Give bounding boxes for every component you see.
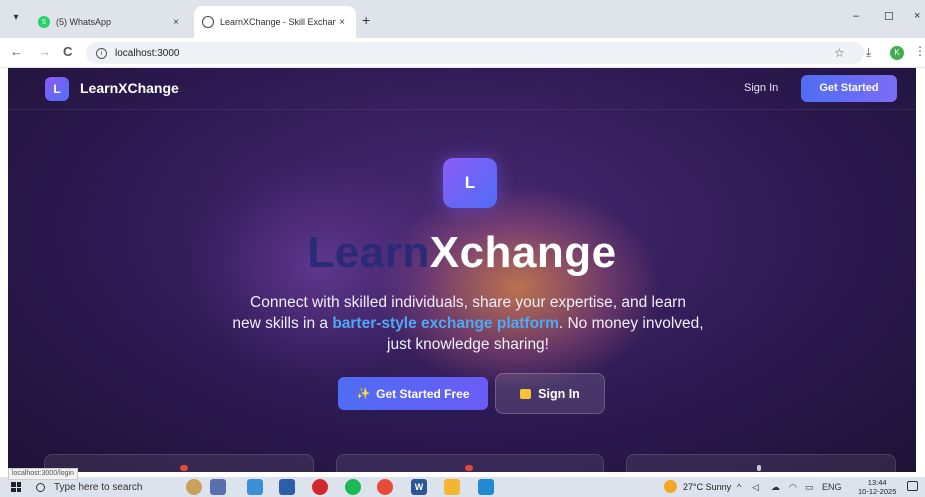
tab-learnxchange[interactable]: LearnXChange - Skill Exchange × <box>194 6 356 38</box>
bookmark-star-icon[interactable]: ☆ <box>834 46 845 60</box>
desc-pre: new skills in a <box>232 315 333 332</box>
word-icon[interactable]: W <box>411 479 427 495</box>
page-viewport: L LearnXChange Sign In Get Started L Lea… <box>8 68 916 472</box>
language-indicator[interactable]: ENG <box>822 482 842 492</box>
feature-card <box>44 454 314 472</box>
tab-search-chevron-icon[interactable]: ▾ <box>8 10 24 26</box>
status-link-preview: localhost:3000/login <box>8 468 78 480</box>
url-text: localhost:3000 <box>115 47 180 59</box>
wifi-icon[interactable]: ◠ <box>789 482 797 493</box>
clock-date: 10-12-2025 <box>858 487 897 496</box>
notification-icon[interactable] <box>907 481 918 491</box>
search-icon <box>36 482 45 492</box>
taskbar: Type here to search W 27°C Sunny ^ ◁ ☁ ◠… <box>0 477 925 497</box>
vscode-icon[interactable] <box>478 479 494 495</box>
card-icon <box>757 465 761 471</box>
task-view-icon[interactable] <box>210 479 226 495</box>
tab-whatsapp[interactable]: 5 (5) WhatsApp × <box>30 6 190 38</box>
get-started-free-label: Get Started Free <box>376 386 470 401</box>
hero-description: Connect with skilled individuals, share … <box>188 292 748 355</box>
hero-title: LearnXchange <box>8 228 916 278</box>
search-placeholder: Type here to search <box>54 481 143 493</box>
tab-title: LearnXChange - Skill Exchange <box>220 17 336 27</box>
maximize-button[interactable]: ☐ <box>884 10 894 23</box>
hero-title-part2: Xchange <box>429 228 617 277</box>
back-button[interactable]: ← <box>10 45 23 59</box>
taskbar-search-input[interactable]: Type here to search <box>36 478 176 496</box>
folder-icon[interactable] <box>444 479 460 495</box>
forward-button[interactable]: → <box>38 45 51 59</box>
clock-time: 13:44 <box>867 478 887 487</box>
file-explorer-icon[interactable] <box>247 479 263 495</box>
opera-icon[interactable] <box>312 479 328 495</box>
desc-highlight: barter-style exchange platform <box>332 315 559 332</box>
chrome-icon[interactable] <box>377 479 393 495</box>
download-icon[interactable]: ⤓ <box>866 45 871 60</box>
tab-close-icon[interactable]: × <box>336 17 348 28</box>
hero-title-part1: Learn <box>307 228 430 277</box>
spotify-icon[interactable] <box>345 479 361 495</box>
weather-sun-icon[interactable] <box>664 480 677 493</box>
battery-icon[interactable]: ▭ <box>805 482 814 493</box>
card-icon <box>180 465 188 471</box>
tray-chevron-icon[interactable]: ^ <box>737 482 741 492</box>
site-info-icon[interactable]: i <box>96 47 107 59</box>
hero-signin-button[interactable]: Sign In <box>495 373 605 414</box>
cloud-icon[interactable]: ☁ <box>771 482 780 493</box>
volume-icon[interactable]: ◁ <box>752 482 759 493</box>
get-started-free-button[interactable]: ✨ Get Started Free <box>338 377 488 410</box>
sparkle-icon: ✨ <box>356 388 371 400</box>
address-bar: ← → C i localhost:3000 ☆ ⤓ K ⋮ <box>0 38 925 68</box>
hero-logo-icon: L <box>443 158 497 208</box>
tab-close-icon[interactable]: × <box>170 17 182 28</box>
tab-title: (5) WhatsApp <box>56 17 112 27</box>
desc-post: . No money involved, <box>558 315 704 332</box>
desc-line1: Connect with skilled individuals, share … <box>250 294 686 311</box>
card-icon <box>465 465 473 471</box>
weather-text[interactable]: 27°C Sunny <box>683 482 731 492</box>
menu-kebab-icon[interactable]: ⋮ <box>914 44 925 58</box>
news-widget-icon[interactable] <box>186 479 202 495</box>
whatsapp-icon: 5 <box>38 16 50 28</box>
desc-line3: just knowledge sharing! <box>387 336 549 353</box>
windows-start-icon[interactable] <box>11 482 21 492</box>
feature-card <box>336 454 604 472</box>
store-icon[interactable] <box>279 479 295 495</box>
reload-button[interactable]: C <box>63 45 72 59</box>
hero-section: L LearnXchange Connect with skilled indi… <box>8 68 916 472</box>
hero-signin-label: Sign In <box>538 386 580 401</box>
globe-icon <box>202 16 214 28</box>
new-tab-button[interactable]: + <box>362 13 370 27</box>
profile-avatar[interactable]: K <box>890 46 904 60</box>
url-input[interactable]: i localhost:3000 <box>86 42 864 64</box>
lock-icon <box>520 388 532 399</box>
close-window-button[interactable]: × <box>914 10 920 22</box>
clock[interactable]: 13:44 10-12-2025 <box>858 478 896 496</box>
feature-card <box>626 454 896 472</box>
minimize-button[interactable]: – <box>853 10 859 22</box>
browser-tab-bar: ▾ 5 (5) WhatsApp × LearnXChange - Skill … <box>0 0 925 38</box>
